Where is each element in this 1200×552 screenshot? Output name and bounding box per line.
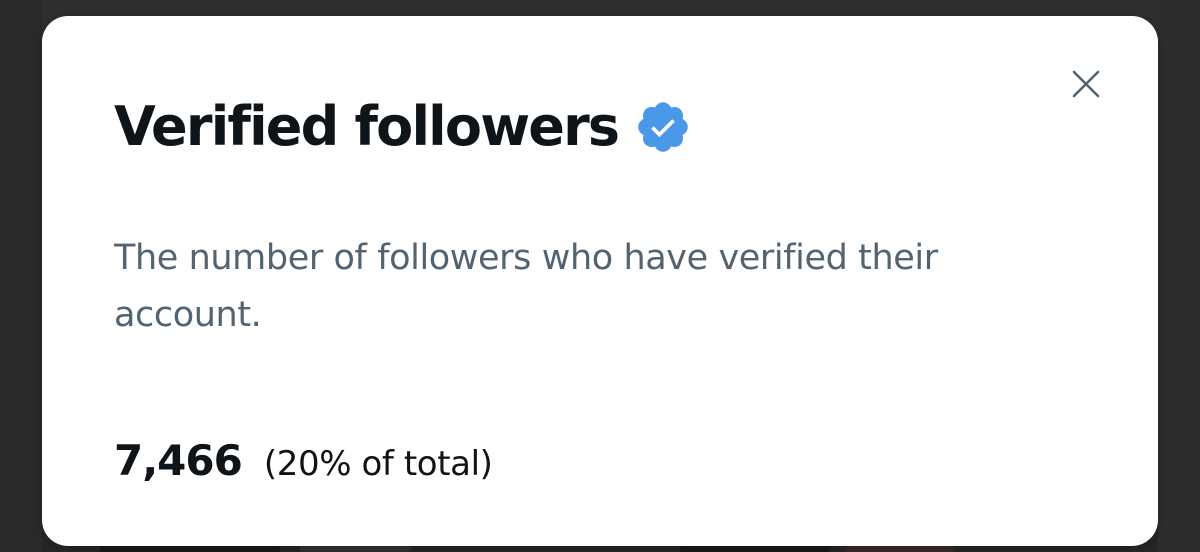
close-icon: [1072, 70, 1100, 98]
verified-followers-share: (20% of total): [263, 444, 493, 484]
backdrop-left-edge: [0, 0, 42, 552]
verified-followers-dialog: Verified followers The number of followe…: [42, 16, 1158, 546]
verified-followers-stat: 7,466 (20% of total): [114, 436, 493, 485]
verified-followers-count: 7,466: [114, 436, 243, 485]
backdrop-right-edge: [1158, 0, 1200, 552]
verified-badge-icon: [638, 102, 689, 152]
close-button[interactable]: [1064, 62, 1108, 106]
dialog-header: Verified followers: [114, 98, 692, 156]
dialog-description: The number of followers who have verifie…: [114, 238, 938, 335]
dialog-title: Verified followers: [114, 95, 620, 158]
